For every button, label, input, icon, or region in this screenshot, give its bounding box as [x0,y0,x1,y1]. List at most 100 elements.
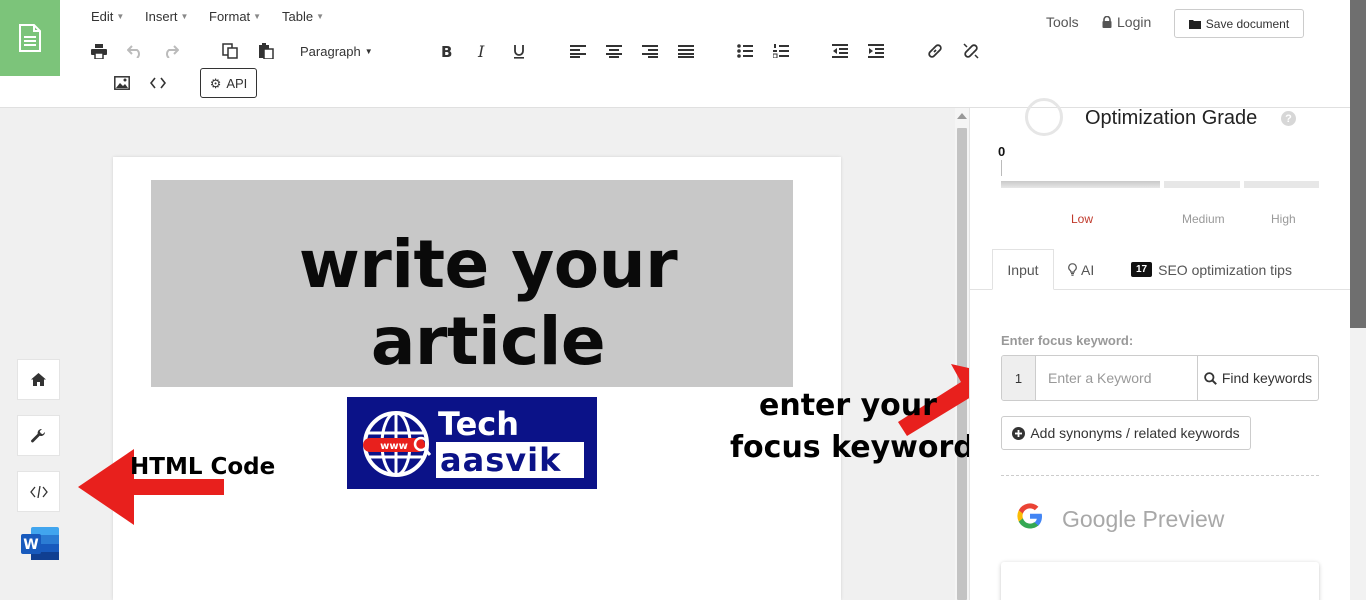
menu-edit-label: Edit [91,9,114,24]
svg-text:W: W [23,537,38,553]
google-preview-title: Google Preview [1062,506,1225,532]
outdent-icon [832,44,848,58]
editor-toolbar: Edit ▼ Insert ▼ Format ▼ Table ▼ Paragraph ▼… [0,0,1366,108]
optimization-grade-title: Optimization Grade [1085,107,1258,129]
tab-input[interactable]: Input [992,249,1054,290]
lock-icon [1102,16,1112,28]
menu-table[interactable]: Table ▼ [282,9,324,24]
lightbulb-icon [1068,263,1077,276]
save-document-label: Save document [1205,16,1290,31]
redo-icon [166,45,179,58]
numbered-list-button[interactable] [768,39,794,63]
underline-button[interactable] [506,39,532,63]
login-link[interactable]: Login [1102,14,1151,30]
copy-button[interactable] [217,39,243,63]
svg-text:B: B [441,44,452,58]
focus-keyword-group: 1 Find keywords [1001,355,1319,401]
tab-seo-tips[interactable]: 17 SEO optimization tips [1131,249,1292,290]
undo-icon [127,45,140,58]
save-document-button[interactable]: Save document [1174,9,1304,38]
bullet-list-button[interactable] [732,39,758,63]
annotation-focus-line2: focus keyword [730,430,975,465]
menu-insert[interactable]: Insert ▼ [145,9,188,24]
microsoft-word-icon: W [21,527,59,560]
page-scrollbar-thumb[interactable] [1350,0,1366,328]
article-banner-image[interactable]: write your article [151,180,793,387]
paragraph-select[interactable]: Paragraph ▼ [300,40,373,62]
tab-ai[interactable]: AI [1068,249,1094,290]
wrench-icon [31,428,46,443]
focus-keyword-input[interactable] [1036,356,1197,400]
help-icon[interactable]: ? [1281,111,1296,126]
source-code-button[interactable] [145,71,171,95]
undo-button[interactable] [122,39,148,63]
caret-down-icon: ▼ [253,12,262,21]
menu-edit[interactable]: Edit ▼ [91,9,124,24]
outdent-button[interactable] [827,39,853,63]
link-icon [928,44,942,58]
tools-link-label: Tools [1046,14,1079,30]
html-code-button[interactable] [17,471,60,512]
add-synonyms-label: Add synonyms / related keywords [1030,425,1240,441]
find-keywords-button[interactable]: Find keywords [1197,356,1318,400]
grade-label-medium: Medium [1182,212,1225,226]
align-center-icon [606,44,622,58]
logo-badge-text: www [380,441,408,452]
italic-button[interactable]: I [470,39,496,63]
indent-button[interactable] [863,39,889,63]
unlink-button[interactable] [958,39,984,63]
unlink-icon [963,43,979,59]
gear-icon: ⚙ [209,75,222,91]
caret-down-icon: ▼ [316,12,324,21]
banner-text: write your article [298,226,678,380]
google-logo-icon [1017,503,1042,529]
tools-link[interactable]: Tools [1046,14,1079,30]
caret-down-icon: ▼ [116,12,125,21]
align-justify-icon [678,44,694,58]
add-synonyms-button[interactable]: Add synonyms / related keywords [1001,416,1251,450]
app-logo[interactable] [0,0,60,76]
caret-down-icon: ▼ [364,46,373,56]
api-button[interactable]: ⚙ API [200,68,257,98]
grade-bar-medium [1164,181,1240,188]
code-icon [150,77,166,89]
align-left-button[interactable] [565,39,591,63]
image-icon [114,76,130,90]
section-divider [1001,475,1319,476]
search-icon [1204,371,1217,385]
menu-format[interactable]: Format ▼ [209,9,261,24]
google-preview-card [1001,562,1319,600]
grade-marker [1001,160,1002,176]
redo-button[interactable] [158,39,184,63]
grade-label-low: Low [1071,212,1094,226]
annotation-focus-line1: enter your [759,388,937,423]
align-right-button[interactable] [637,39,663,63]
logo-text-aasvik: aasvik [436,442,584,478]
paragraph-select-label: Paragraph [300,43,361,59]
indent-icon [868,44,884,58]
grade-value: 0 [998,144,1006,159]
tools-button[interactable] [17,415,60,456]
seo-tips-count-badge: 17 [1131,262,1153,277]
menu-insert-label: Insert [145,9,178,24]
bullet-list-icon [737,44,753,58]
caret-down-icon: ▼ [180,12,189,21]
bold-button[interactable]: B [434,39,460,63]
align-justify-button[interactable] [673,39,699,63]
globe-icon: www [363,411,431,477]
link-button[interactable] [922,39,948,63]
home-button[interactable] [17,359,60,400]
print-button[interactable] [86,39,112,63]
align-right-icon [642,44,658,58]
tab-ai-label: AI [1081,261,1095,278]
grade-bar-high [1244,181,1319,188]
word-export-button[interactable]: W [21,527,59,560]
paste-button[interactable] [253,39,279,63]
tab-input-label: Input [1007,261,1039,278]
print-icon [91,43,107,59]
insert-image-button[interactable] [109,71,135,95]
grade-progress-ring [1025,98,1063,136]
grade-bar-low [1001,181,1160,188]
align-center-button[interactable] [601,39,627,63]
scroll-up-arrow-icon[interactable] [957,113,967,119]
